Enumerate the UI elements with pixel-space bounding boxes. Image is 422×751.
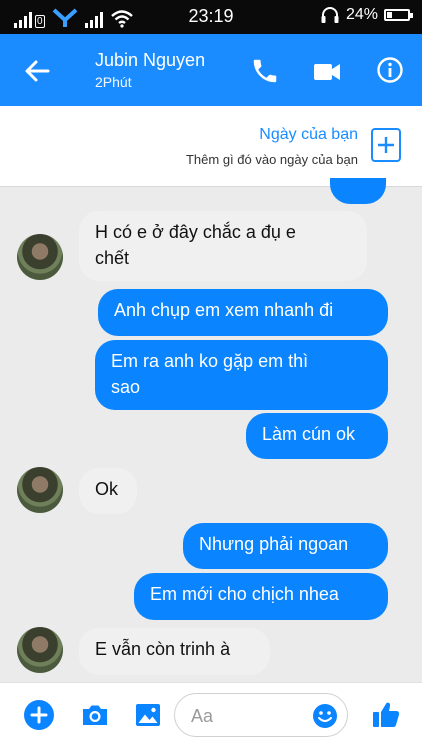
message-bubble-incoming[interactable]: H có e ở đây chắc a đụ e chết: [79, 211, 367, 281]
emoji-icon[interactable]: [311, 702, 339, 730]
thumbs-up-icon[interactable]: [370, 699, 402, 731]
info-icon[interactable]: [376, 56, 404, 84]
add-to-day-button[interactable]: [371, 128, 401, 162]
message-text: H có e ở đây chắc a đụ e: [95, 222, 296, 242]
message-composer: Aa: [0, 682, 422, 751]
contact-avatar[interactable]: [17, 627, 63, 673]
battery-icon: [384, 9, 413, 21]
message-text: Em mới cho chịch nhea: [150, 584, 339, 604]
headset-icon: [321, 7, 339, 23]
more-actions-button[interactable]: [24, 700, 54, 730]
contact-avatar[interactable]: [17, 234, 63, 280]
contact-active-status: 2Phút: [95, 74, 132, 90]
camera-icon[interactable]: [80, 701, 110, 729]
message-bubble-outgoing[interactable]: Làm cún ok: [246, 413, 388, 459]
message-bubble-outgoing[interactable]: Nhưng phải ngoan: [183, 523, 388, 569]
message-input[interactable]: Aa: [174, 693, 348, 737]
message-bubble-incoming[interactable]: E vẫn còn trinh à: [79, 628, 270, 675]
message-text: Anh chụp em xem nhanh đi: [114, 300, 334, 320]
input-placeholder: Aa: [191, 706, 214, 726]
message-text: Làm cún ok: [262, 424, 356, 444]
status-bar: 0 23:19 24%: [0, 0, 422, 34]
conversation-header: Jubin Nguyen 2Phút: [0, 34, 422, 106]
message-text: Ok: [95, 479, 119, 499]
message-text: Em ra anh ko gặp em thì: [111, 351, 309, 371]
battery-percent: 24%: [345, 6, 378, 23]
message-bubble-outgoing[interactable]: Em mới cho chịch nhea: [134, 573, 388, 620]
plus-icon: [30, 706, 48, 724]
your-day-banner[interactable]: Ngày của bạn Thêm gì đó vào ngày của bạn: [0, 106, 422, 187]
message-text: E vẫn còn trinh à: [95, 639, 231, 659]
image-icon[interactable]: [134, 701, 162, 729]
plus-icon: [378, 137, 394, 153]
status-right: 24%: [320, 6, 413, 24]
video-camera-icon[interactable]: [312, 58, 342, 86]
your-day-subtitle: Thêm gì đó vào ngày của bạn: [185, 152, 358, 167]
back-arrow-icon[interactable]: [22, 56, 52, 86]
phone-icon[interactable]: [250, 56, 280, 86]
your-day-title[interactable]: Ngày của bạn: [259, 126, 358, 144]
message-bubble-incoming[interactable]: Ok: [79, 468, 137, 514]
contact-name[interactable]: Jubin Nguyen: [95, 50, 205, 71]
message-bubble-outgoing[interactable]: Anh chụp em xem nhanh đi: [98, 289, 388, 336]
contact-avatar[interactable]: [17, 467, 63, 513]
message-text: Nhưng phải ngoan: [199, 534, 349, 554]
message-bubble-partial: [330, 178, 386, 204]
message-bubble-outgoing[interactable]: Em ra anh ko gặp em thì sao: [95, 340, 388, 410]
message-text: sao: [111, 377, 141, 397]
message-text: chết: [95, 248, 130, 268]
